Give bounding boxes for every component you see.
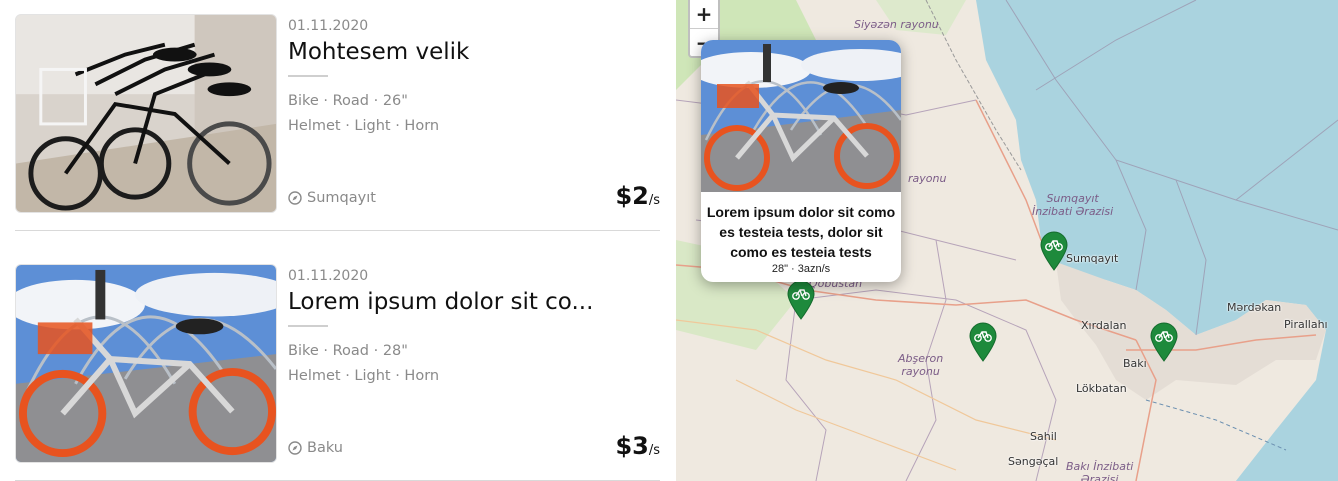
compass-icon <box>288 441 302 455</box>
price-amount: $2 <box>615 182 649 210</box>
zoom-in-button[interactable]: + <box>690 0 718 28</box>
label-line: İnzibati Ərazisi <box>1032 205 1114 218</box>
listing-photo[interactable] <box>15 14 277 213</box>
price-unit: /s <box>648 193 660 208</box>
popup-subtitle: 28" · 3azn/s <box>771 263 831 275</box>
price-unit: /s <box>648 443 660 458</box>
label-line: Ərazisi <box>1080 473 1119 481</box>
map-label-sumqayit-area: Sumqayıt İnzibati Ərazisi <box>1032 192 1113 218</box>
listing-location: Sumqayıt <box>288 190 376 206</box>
title-divider <box>288 325 328 327</box>
listing-divider <box>15 230 660 231</box>
location-label: Baku <box>307 440 343 456</box>
bike-marker-qobustan[interactable] <box>786 280 816 320</box>
listing-location: Baku <box>288 440 343 456</box>
city-label-sahil: Sahil <box>1030 430 1057 443</box>
city-label-pirallahi: Pirallahı <box>1284 318 1328 331</box>
listing-date: 01.11.2020 <box>288 18 369 34</box>
specs-line: Bike · Road · 26" <box>288 93 408 109</box>
listing-specs: Bike · Road · 28" Helmet · Light · Horn <box>288 339 439 389</box>
bike-rack-photo <box>16 15 276 212</box>
map-label-siyazan: Siyəzən rayonu <box>854 18 939 31</box>
title-divider <box>288 75 328 77</box>
city-label-lokbatan: Lökbatan <box>1076 382 1127 395</box>
bike-marker-sumqayit[interactable] <box>1039 231 1069 271</box>
listing-panel: 01.11.2020 Mohtesem velik Bike · Road · … <box>0 0 676 481</box>
price-amount: $3 <box>615 432 649 460</box>
listing-title[interactable]: Mohtesem velik <box>288 39 648 65</box>
city-label-baki: Bakı <box>1123 357 1147 370</box>
orange-bike-photo <box>16 265 276 462</box>
map-label-rayonu: rayonu <box>908 172 947 185</box>
label-line: Abşeron <box>898 352 944 365</box>
bike-marker-baki[interactable] <box>1149 322 1179 362</box>
map-label-baki-area: Bakı İnzibati Ərazisi <box>1066 460 1133 481</box>
listing-card[interactable]: 01.11.2020 Mohtesem velik Bike · Road · … <box>15 14 660 214</box>
listing-specs: Bike · Road · 26" Helmet · Light · Horn <box>288 89 439 139</box>
listing-title[interactable]: Lorem ipsum dolor sit co... <box>288 289 648 315</box>
map-view[interactable]: Siyəzən rayonu rayonu Sumqayıt İnzibati … <box>676 0 1338 481</box>
listing-price: $3/s <box>615 432 660 460</box>
city-label-sumqayit: Sumqayıt <box>1066 252 1119 265</box>
label-line: rayonu <box>901 365 940 378</box>
label-line: Sumqayıt <box>1046 192 1099 205</box>
specs-line: Bike · Road · 28" <box>288 343 408 359</box>
compass-icon <box>288 191 302 205</box>
features-line: Helmet · Light · Horn <box>288 118 440 134</box>
map-label-abseron: Abşeron rayonu <box>898 352 943 378</box>
listing-card[interactable]: 01.11.2020 Lorem ipsum dolor sit co... B… <box>15 264 660 464</box>
popup-bike-photo <box>701 40 901 192</box>
location-label: Sumqayıt <box>307 190 376 206</box>
features-line: Helmet · Light · Horn <box>288 368 440 384</box>
city-label-sangachal: Səngəçal <box>1008 455 1059 468</box>
map-popup[interactable]: Lorem ipsum dolor sit como es testeia te… <box>701 40 901 282</box>
city-label-xirdalan: Xırdalan <box>1081 319 1127 332</box>
listing-photo[interactable] <box>15 264 277 463</box>
listing-price: $2/s <box>615 182 660 210</box>
popup-title: Lorem ipsum dolor sit como es testeia te… <box>706 204 896 260</box>
city-label-mardakan: Mərdəkan <box>1227 301 1282 314</box>
listing-date: 01.11.2020 <box>288 268 369 284</box>
label-line: Bakı İnzibati <box>1066 460 1134 473</box>
bike-marker-abseron[interactable] <box>968 322 998 362</box>
